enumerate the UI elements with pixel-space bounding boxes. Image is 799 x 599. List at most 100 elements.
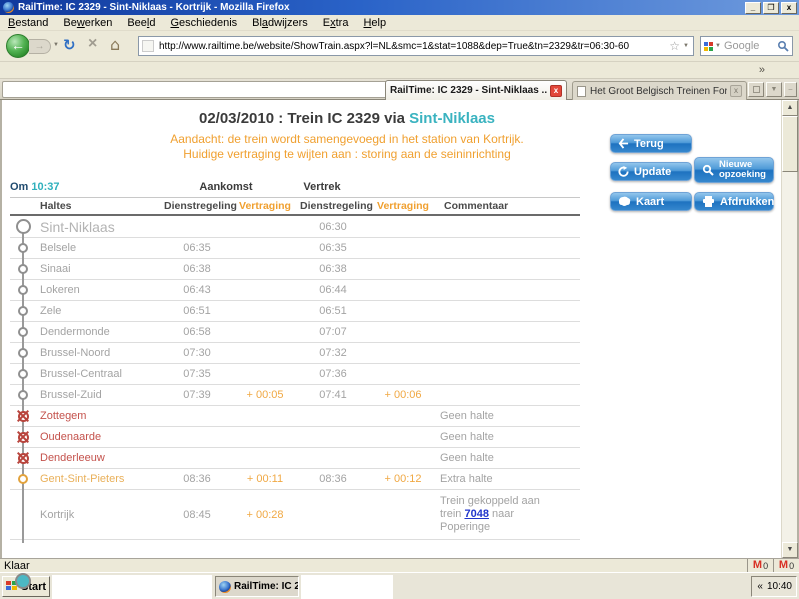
arrival-schedule: 08:45 (164, 509, 230, 521)
map-icon (618, 196, 631, 207)
title-bar[interactable]: RailTime: IC 2329 - Sint-Niklaas - Kortr… (0, 0, 799, 15)
history-dropdown-icon[interactable]: ▼ (53, 42, 59, 48)
vertical-scrollbar[interactable]: ▲ ▼ (781, 100, 797, 558)
page-title-station: Sint-Niklaas (409, 110, 495, 127)
reload-icon[interactable]: ↻ (63, 36, 76, 54)
table-row: Zele 06:51 06:51 (10, 301, 580, 322)
departure-group-header: Vertrek (303, 181, 340, 193)
comment (440, 309, 580, 313)
train-link[interactable]: 7048 (464, 508, 488, 520)
menu-bar: Bestand Bewerken Beeld Geschiedenis Bladwijz… (0, 15, 799, 31)
table-row: Brussel-Zuid 07:39 + 00:05 07:41 + 00:06 (10, 385, 580, 406)
gmail-notifier-1[interactable]: M 0 (747, 559, 773, 572)
scroll-up-icon[interactable]: ▲ (782, 100, 798, 116)
system-tray[interactable]: « 10:40 (751, 576, 797, 597)
back-page-button[interactable]: Terug (610, 134, 692, 153)
update-button[interactable]: Update (610, 162, 692, 181)
station-status-icon (16, 219, 31, 234)
tab-close-icon[interactable]: x (550, 85, 562, 97)
url-bar[interactable]: http://www.railtime.be/website/ShowTrain… (138, 36, 694, 56)
menu-help[interactable]: Help (363, 17, 386, 29)
timeline-stop-cell (10, 243, 36, 253)
arrival-delay: + 00:11 (230, 473, 300, 485)
station-name: Zottegem (36, 410, 164, 422)
back-button[interactable]: ← (6, 34, 30, 58)
stop-icon[interactable]: × (88, 35, 97, 53)
button-label: opzoeking (719, 170, 766, 180)
bookmarks-toolbar: » (0, 62, 799, 79)
arrow-left-icon (618, 138, 629, 149)
list-all-tabs-button[interactable] (748, 82, 764, 97)
page-content: 02/03/2010 : Trein IC 2329 via Sint-Nikl… (0, 100, 799, 558)
station-name: Kortrijk (36, 509, 164, 521)
button-label: Kaart (636, 196, 664, 208)
bookmark-star-icon[interactable]: ☆ (669, 39, 680, 53)
search-engine-dropdown-icon[interactable]: ▼ (715, 43, 721, 49)
map-button[interactable]: Kaart (610, 192, 692, 211)
table-row: Lokeren 06:43 06:44 (10, 280, 580, 301)
table-row: Denderleeuw Geen halte (10, 448, 580, 469)
departure-delay: + 00:06 (366, 389, 440, 401)
arrival-schedule: 06:35 (164, 242, 230, 254)
menu-extra[interactable]: Extra (323, 17, 349, 29)
toolbar-overflow-icon[interactable]: » (759, 64, 765, 76)
comment (440, 393, 580, 397)
home-icon[interactable]: ⌂ (110, 35, 120, 54)
search-magnifier-icon[interactable] (777, 40, 792, 52)
url-text[interactable]: http://www.railtime.be/website/ShowTrain… (159, 41, 665, 52)
tab-forum[interactable]: Het Groot Belgisch Treinen Forum • Pl...… (572, 81, 747, 100)
search-box[interactable]: ▼ Google (700, 36, 793, 56)
tray-chevron-icon[interactable]: « (757, 581, 763, 592)
url-dropdown-icon[interactable]: ▼ (683, 43, 689, 49)
arrival-delay: + 00:05 (230, 389, 300, 401)
table-group-header: Om 10:37 Aankomst Vertrek (10, 178, 580, 198)
tab-railtime[interactable]: RailTime: IC 2329 - Sint-Niklaas ... x (385, 80, 567, 100)
menu-bladwijzers[interactable]: Bladwijzers (252, 17, 308, 29)
comment (440, 225, 580, 229)
gmail-icon: M (779, 560, 788, 571)
col-vertraging-dep: Vertraging (366, 200, 440, 212)
menu-bestand[interactable]: Bestand (8, 17, 48, 29)
taskbar-window-button[interactable]: RailTime: IC 2329 - Si... (215, 576, 299, 597)
firefox-window: RailTime: IC 2329 - Sint-Niklaas - Kortr… (0, 0, 799, 599)
comment (440, 246, 580, 250)
table-row: Brussel-Noord 07:30 07:32 (10, 343, 580, 364)
close-button[interactable]: x (781, 2, 797, 14)
google-icon (704, 42, 713, 51)
station-status-icon (18, 285, 28, 295)
tab-scroll-button[interactable]: ▼ (766, 82, 782, 97)
menu-bewerken[interactable]: Bewerken (63, 17, 112, 29)
menu-geschiedenis[interactable]: Geschiedenis (170, 17, 237, 29)
comment: Extra halte (440, 471, 580, 488)
table-row: Kortrijk 08:45 + 00:28 Trein gekoppeld a… (10, 490, 580, 540)
search-input[interactable]: Google (724, 40, 777, 52)
timeline-stop-cell (10, 369, 36, 379)
gmail-notifier-2[interactable]: M 0 (773, 559, 799, 572)
station-status-icon (18, 264, 28, 274)
station-status-icon (18, 411, 29, 422)
col-dienstregeling-dep: Dienstregeling (300, 200, 366, 212)
restore-button[interactable]: ❐ (763, 2, 779, 14)
new-search-button[interactable]: Nieuweopzoeking (694, 157, 774, 183)
scroll-down-icon[interactable]: ▼ (782, 542, 798, 558)
page-title: 02/03/2010 : Trein IC 2329 via Sint-Nikl… (2, 110, 692, 127)
tab-close-icon[interactable]: x (730, 85, 742, 97)
timeline-stop-cell (10, 453, 36, 464)
comment (440, 351, 580, 355)
window-title: RailTime: IC 2329 - Sint-Niklaas - Kortr… (18, 2, 743, 13)
taskbar-blank (52, 575, 212, 599)
table-rows: Sint-Niklaas 06:30 Belsele 06:35 06:35 S… (10, 216, 580, 540)
forward-button[interactable]: → (29, 39, 51, 54)
station-status-icon (18, 474, 28, 484)
departure-schedule: 06:51 (300, 305, 366, 317)
print-button[interactable]: Afdrukken (694, 192, 774, 211)
station-name: Denderleeuw (36, 452, 164, 464)
arrival-schedule: 06:43 (164, 284, 230, 296)
timeline-stop-cell (10, 348, 36, 358)
table-row: Gent-Sint-Pieters 08:36 + 00:11 08:36 + … (10, 469, 580, 490)
menu-beeld[interactable]: Beeld (127, 17, 155, 29)
scrollbar-thumb[interactable] (782, 116, 798, 172)
tab-overflow-button[interactable]: – (784, 82, 797, 97)
departure-schedule: 06:44 (300, 284, 366, 296)
minimize-button[interactable]: _ (745, 2, 761, 14)
